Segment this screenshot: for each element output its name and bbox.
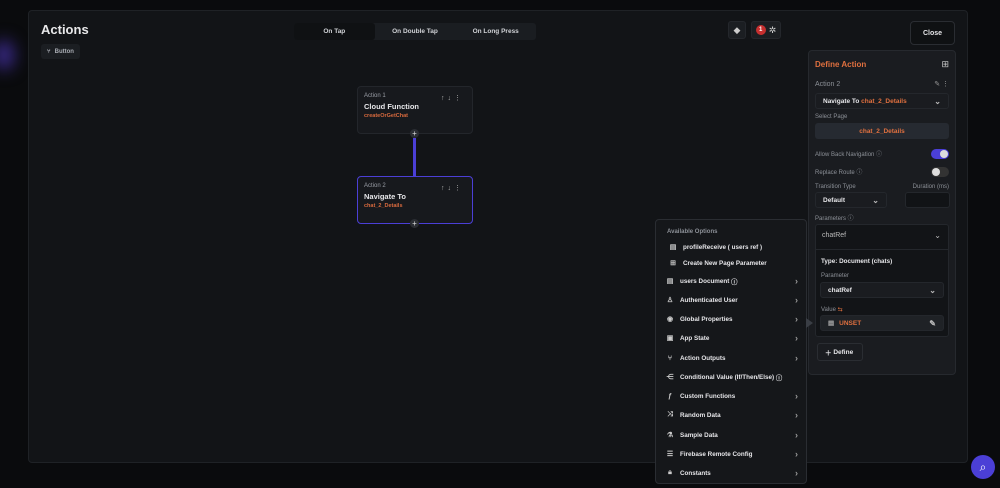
error-badge: 1 — [755, 25, 766, 35]
menu-option[interactable]: ▤ profileReceive ( users ref ) — [667, 239, 800, 255]
menu-item[interactable]: ⑂ Action Outputs › — [664, 350, 800, 366]
param-type: Type: Document (chats) — [821, 258, 893, 265]
document-icon: ▤ — [669, 244, 677, 251]
parameter-select[interactable]: chatRef ⌄ — [820, 282, 944, 298]
shuffle-icon: ⤨ — [667, 411, 673, 418]
background-glow — [0, 40, 14, 70]
conditional-icon: ⋲ — [666, 374, 674, 381]
document-icon: ▤ — [828, 320, 835, 327]
menu-item[interactable]: ⋲ Conditional Value (If/Then/Else) ⓘ — [664, 369, 800, 385]
edit-more-icons[interactable]: ✎ ⋮ — [815, 80, 949, 88]
action-card-1[interactable]: Action 1 Cloud Function createOrGetChat … — [357, 86, 473, 134]
value-options-menu: Available Options ▤ profileReceive ( user… — [655, 219, 807, 484]
menu-item[interactable]: ▤ users Document ⓘ › — [664, 273, 800, 289]
chevron-down-icon[interactable]: ⌄ — [934, 231, 941, 240]
select-page-label: Select Page — [815, 114, 848, 120]
page-select[interactable]: chat_2_Details — [815, 123, 949, 139]
function-icon: ƒ — [668, 392, 672, 400]
add-action-button[interactable]: + — [410, 219, 419, 228]
menu-item[interactable]: ▣ App State › — [664, 330, 800, 346]
ai-button[interactable]: ◆ — [728, 21, 746, 39]
widget-chip-label: Button — [54, 48, 74, 55]
allow-back-toggle[interactable] — [931, 149, 949, 159]
remote-config-icon: ☰ — [666, 451, 674, 458]
trigger-tabs: On Tap On Double Tap On Long Press — [294, 23, 536, 40]
move-more-icons[interactable]: ↑↓⋮ — [441, 184, 464, 192]
value-field[interactable]: ▤ UNSET ✎ — [820, 315, 944, 331]
add-note-icon[interactable]: ⊞ — [815, 59, 949, 70]
tab-on-long-press[interactable]: On Long Press — [455, 23, 536, 40]
connector — [413, 138, 416, 176]
widget-chip: ⑂ Button — [41, 44, 80, 59]
menu-item[interactable]: ƒ Custom Functions › — [664, 388, 800, 404]
action-name: Cloud Function — [364, 102, 419, 111]
add-action-button[interactable]: + — [410, 129, 419, 138]
add-box-icon: ⊞ — [670, 260, 676, 267]
transition-select[interactable]: Default ⌄ — [815, 192, 887, 208]
action-detail: chat_2_Details — [364, 203, 403, 209]
value-label: Value ⇆ — [821, 307, 843, 313]
action-type-select[interactable]: Navigate To chat_2_Details ⌄ — [815, 93, 949, 109]
replace-route-toggle[interactable] — [931, 167, 949, 177]
menu-header: Available Options — [667, 229, 718, 235]
action-card-2[interactable]: Action 2 Navigate To chat_2_Details ↑↓⋮ — [357, 176, 473, 224]
tab-on-tap[interactable]: On Tap — [294, 23, 375, 40]
define-button[interactable]: ＋ Define — [817, 343, 863, 361]
parameters-label: Parameters ⓘ — [815, 216, 854, 222]
sample-data-icon: ⚗ — [666, 432, 674, 439]
action-outputs-icon: ⑂ — [667, 354, 673, 362]
globe-icon: ◉ — [666, 316, 674, 323]
search-icon: ⌕ — [979, 459, 987, 474]
search-fab[interactable]: ⌕ — [971, 455, 995, 479]
duration-label: Duration (ms) — [912, 184, 949, 190]
chevron-down-icon: ⌄ — [934, 96, 941, 106]
debug-button[interactable]: 1 ✲ — [751, 21, 781, 39]
move-more-icons[interactable]: ↑↓⋮ — [441, 94, 464, 102]
parameter-block: chatRef ⌄ Type: Document (chats) Paramet… — [815, 224, 949, 337]
menu-option[interactable]: ⊞ Create New Page Parameter — [667, 255, 800, 271]
widget-icon: ⑂ — [47, 48, 51, 55]
menu-pointer — [806, 318, 813, 328]
app-state-icon: ▣ — [666, 335, 674, 342]
action-name: Navigate To — [364, 192, 406, 201]
edit-icon: ✎ — [929, 318, 936, 328]
define-action-panel: Define Action ⊞ Action 2 ✎ ⋮ Navigate To… — [808, 50, 956, 375]
menu-item[interactable]: ◉ Global Properties › — [664, 311, 800, 327]
allow-back-label: Allow Back Navigation ⓘ — [815, 149, 949, 159]
duration-input[interactable] — [905, 192, 950, 208]
bug-icon: ✲ — [768, 24, 777, 35]
user-icon: ♙ — [666, 297, 674, 304]
document-icon: ▤ — [666, 278, 674, 285]
lock-icon: 🔒︎ — [668, 469, 672, 476]
menu-item[interactable]: 🔒︎ Constants › — [664, 465, 800, 481]
replace-route-label: Replace Route ⓘ — [815, 167, 949, 177]
menu-item[interactable]: ⚗ Sample Data › — [664, 427, 800, 443]
menu-item[interactable]: ☰ Firebase Remote Config › — [664, 446, 800, 462]
menu-item[interactable]: ♙ Authenticated User › — [664, 292, 800, 308]
gem-icon: ◆ — [733, 24, 741, 35]
parameter-label: Parameter — [821, 273, 850, 279]
action-detail: createOrGetChat — [364, 113, 409, 119]
page-title: Actions — [41, 22, 89, 37]
param-name[interactable]: chatRef — [822, 232, 846, 239]
tab-on-double-tap[interactable]: On Double Tap — [375, 23, 456, 40]
menu-item[interactable]: ⤨ Random Data › — [664, 407, 800, 423]
close-button[interactable]: Close — [910, 21, 955, 45]
